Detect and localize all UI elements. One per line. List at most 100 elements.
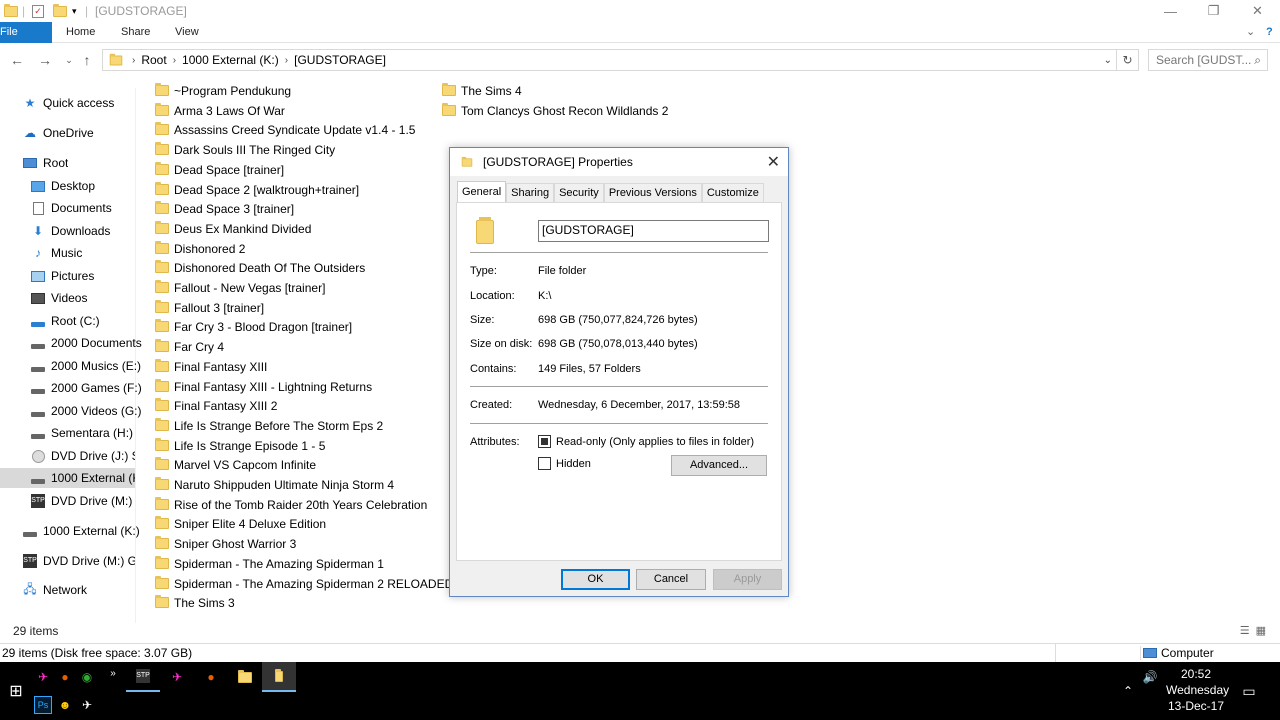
sidebar-item-quick-access[interactable]: ★ Quick access xyxy=(22,93,115,113)
firefox-icon[interactable]: ● xyxy=(56,668,74,686)
folder-item[interactable]: Sniper Ghost Warrior 3 xyxy=(155,534,296,553)
address-bar[interactable]: › Root › 1000 External (K:) › [GUDSTORAG… xyxy=(102,49,1117,71)
folder-item[interactable]: Fallout 3 [trainer] xyxy=(155,298,264,317)
folder-item[interactable]: Dishonored 2 xyxy=(155,239,245,258)
sidebar-item-root[interactable]: Root xyxy=(22,153,68,173)
recent-locations-icon[interactable]: ⌄ xyxy=(60,51,78,69)
folder-item[interactable]: Naruto Shippuden Ultimate Ninja Storm 4 xyxy=(155,475,394,494)
back-arrow-icon[interactable]: ← xyxy=(8,51,26,69)
folder-item[interactable]: Final Fantasy XIII 2 xyxy=(155,396,277,415)
tab-security[interactable]: Security xyxy=(554,183,604,202)
folder-item[interactable]: Arma 3 Laws Of War xyxy=(155,101,285,120)
up-arrow-icon[interactable]: ↑ xyxy=(78,51,96,69)
sidebar-item-dvd-m[interactable]: STPDVD Drive (M:) G xyxy=(30,491,135,511)
sidebar-item-documents[interactable]: Documents xyxy=(30,198,112,218)
notifications-icon[interactable]: ▭ xyxy=(1240,682,1258,700)
readonly-checkbox[interactable]: Read-only (Only applies to files in fold… xyxy=(538,435,754,448)
breadcrumb-external-k[interactable]: 1000 External (K:) xyxy=(182,53,279,67)
dialog-close-icon[interactable]: ✕ xyxy=(767,152,780,172)
folder-item[interactable]: Spiderman - The Amazing Spiderman 2 RELO… xyxy=(155,574,453,593)
windows-start-icon[interactable]: ⊞ xyxy=(7,682,25,700)
taskbar-stp-app[interactable]: STP xyxy=(126,662,160,692)
sidebar-item-network[interactable]: 🖧 Network xyxy=(22,580,87,600)
expand-ribbon-icon[interactable]: ⌄ xyxy=(1246,22,1255,43)
folder-item[interactable]: Deus Ex Mankind Divided xyxy=(155,219,311,238)
tab-customize[interactable]: Customize xyxy=(701,183,764,202)
folder-item[interactable]: Dead Space 3 [trainer] xyxy=(155,199,294,218)
folder-item[interactable]: Dead Space [trainer] xyxy=(155,160,284,179)
tab-share[interactable]: Share xyxy=(121,22,150,43)
sidebar-item-2000-videos[interactable]: 2000 Videos (G:) xyxy=(30,401,142,421)
sidebar-item-desktop[interactable]: Desktop xyxy=(30,176,95,196)
sidebar-item-root-c[interactable]: Root (C:) xyxy=(30,311,100,331)
help-icon[interactable]: ? xyxy=(1266,22,1273,43)
folder-item[interactable]: Tom Clancys Ghost Recon Wildlands 2 xyxy=(442,101,668,120)
hidden-checkbox[interactable]: Hidden xyxy=(538,457,591,470)
sidebar-item-dvd-m-root[interactable]: STPDVD Drive (M:) GR xyxy=(22,551,135,571)
tab-sharing[interactable]: Sharing xyxy=(506,183,555,202)
folder-item[interactable]: Spiderman - The Amazing Spiderman 1 xyxy=(155,554,384,573)
sidebar-item-2000-documents[interactable]: 2000 Documents xyxy=(30,333,142,353)
tab-home[interactable]: Home xyxy=(66,22,95,43)
breadcrumb-root[interactable]: Root xyxy=(141,53,166,67)
taskbar-explorer-active[interactable] xyxy=(262,662,296,692)
details-view-icon[interactable]: ☰ xyxy=(1240,624,1250,637)
close-button[interactable]: ✕ xyxy=(1235,0,1280,22)
sidebar-item-downloads[interactable]: ⬇ Downloads xyxy=(30,221,110,241)
ok-button[interactable]: OK xyxy=(561,569,630,590)
folder-item[interactable]: Fallout - New Vegas [trainer] xyxy=(155,278,325,297)
apply-button[interactable]: Apply xyxy=(713,569,782,590)
folder-item[interactable]: The Sims 4 xyxy=(442,81,522,100)
refresh-icon[interactable]: ↻ xyxy=(1117,49,1139,71)
folder-item[interactable]: Dishonored Death Of The Outsiders xyxy=(155,258,365,277)
folder-item[interactable]: Far Cry 4 xyxy=(155,337,224,356)
sidebar-item-external-k-root[interactable]: 1000 External (K:) xyxy=(22,521,140,541)
sidebar-item-music[interactable]: ♪ Music xyxy=(30,243,82,263)
tab-previous-versions[interactable]: Previous Versions xyxy=(603,183,702,202)
sidebar-item-onedrive[interactable]: ☁ OneDrive xyxy=(22,123,94,143)
restore-button[interactable]: ❐ xyxy=(1191,0,1236,22)
sidebar-item-videos[interactable]: Videos xyxy=(30,288,87,308)
sidebar-item-2000-games[interactable]: 2000 Games (F:) xyxy=(30,378,142,398)
more-icon[interactable]: » xyxy=(104,664,122,682)
chrome-icon[interactable]: ◉ xyxy=(78,668,96,686)
folder-item[interactable]: Marvel VS Capcom Infinite xyxy=(155,455,316,474)
tab-view[interactable]: View xyxy=(175,22,199,43)
taskbar-app-icon[interactable]: ✈ xyxy=(160,662,194,692)
properties-icon[interactable]: ✓ xyxy=(32,3,44,19)
volume-icon[interactable]: 🔊 xyxy=(1141,668,1159,686)
show-hidden-icons-icon[interactable]: ⌃ xyxy=(1119,682,1137,700)
search-input[interactable]: Search [GUDST... ⌕ xyxy=(1148,49,1268,71)
folder-item[interactable]: ~Program Pendukung xyxy=(155,81,291,100)
emoji-app-icon[interactable]: ☻ xyxy=(56,696,74,714)
taskbar-firefox-icon[interactable]: ● xyxy=(194,662,228,692)
folder-item[interactable]: Life Is Strange Episode 1 - 5 xyxy=(155,436,325,455)
sidebar-item-2000-musics[interactable]: 2000 Musics (E:) xyxy=(30,356,141,376)
folder-item[interactable]: Dead Space 2 [walktrough+trainer] xyxy=(155,180,359,199)
large-icons-view-icon[interactable]: ▦ xyxy=(1256,624,1266,637)
folder-item[interactable]: Far Cry 3 - Blood Dragon [trainer] xyxy=(155,317,352,336)
airplane-icon[interactable]: ✈ xyxy=(78,696,96,714)
folder-item[interactable]: Assassins Creed Syndicate Update v1.4 - … xyxy=(155,120,415,139)
folder-name-input[interactable]: [GUDSTORAGE] xyxy=(538,220,769,242)
address-dropdown-icon[interactable]: ⌄ xyxy=(1104,55,1112,66)
sidebar-item-sementara[interactable]: Sementara (H:) xyxy=(30,423,133,443)
app-shortcut-icon[interactable]: ✈ xyxy=(34,668,52,686)
folder-item[interactable]: Life Is Strange Before The Storm Eps 2 xyxy=(155,416,383,435)
forward-arrow-icon[interactable]: → xyxy=(36,51,54,69)
sidebar-item-dvd-j[interactable]: DVD Drive (J:) Sni xyxy=(30,446,135,466)
clock[interactable]: 20:52 Wednesday 13-Dec-17 xyxy=(1166,666,1229,714)
sidebar-item-external-k[interactable]: 1000 External (K:) xyxy=(0,468,135,488)
photoshop-icon[interactable]: Ps xyxy=(34,696,52,714)
tab-file[interactable]: File xyxy=(0,22,52,43)
folder-item[interactable]: The Sims 3 xyxy=(155,593,235,612)
folder-item[interactable]: Final Fantasy XIII xyxy=(155,357,267,376)
tab-general[interactable]: General xyxy=(457,181,507,202)
cancel-button[interactable]: Cancel xyxy=(636,569,706,590)
advanced-button[interactable]: Advanced... xyxy=(671,455,767,476)
taskbar-explorer-icon[interactable] xyxy=(228,662,262,692)
folder-item[interactable]: Sniper Elite 4 Deluxe Edition xyxy=(155,514,326,533)
folder-item[interactable]: Dark Souls III The Ringed City xyxy=(155,140,335,159)
folder-item[interactable]: Rise of the Tomb Raider 20th Years Celeb… xyxy=(155,495,427,514)
sidebar-item-pictures[interactable]: Pictures xyxy=(30,266,94,286)
